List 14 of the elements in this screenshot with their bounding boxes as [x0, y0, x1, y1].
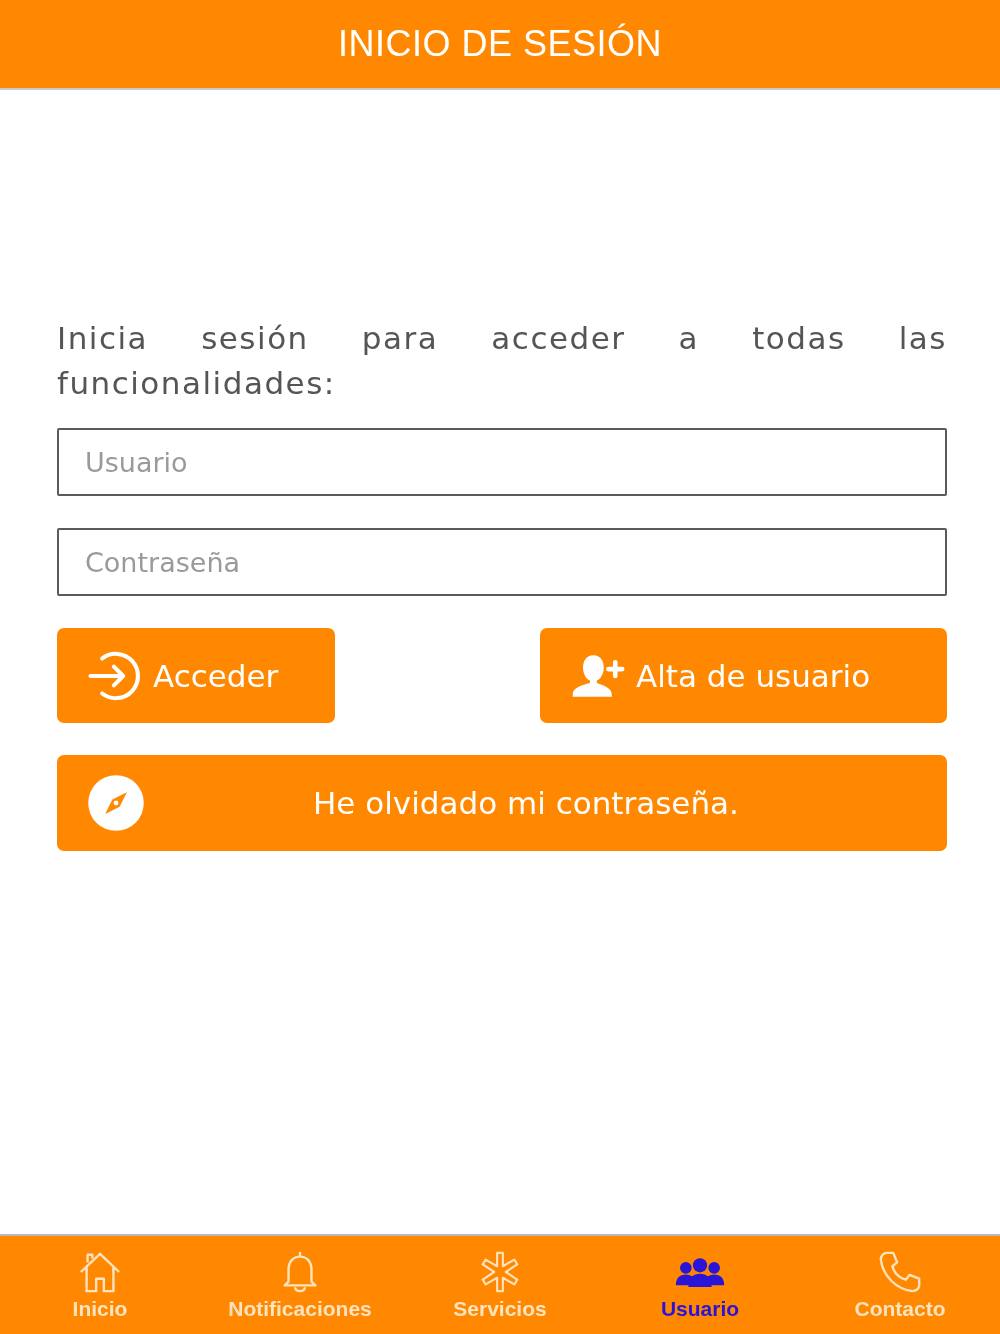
compass-icon: [87, 774, 145, 832]
nav-tab[interactable]: Notificaciones: [200, 1236, 400, 1334]
nav-tab[interactable]: Servicios: [400, 1236, 600, 1334]
intro-text: Inicia sesión para acceder a todas las funcionalidades:: [57, 319, 947, 403]
nav-tab[interactable]: Inicio: [0, 1236, 200, 1334]
forgot-password-button[interactable]: He olvidado mi contraseña.: [57, 755, 947, 851]
add-user-icon: [570, 652, 626, 699]
sign-up-button[interactable]: Alta de usuario: [540, 628, 947, 723]
page-title: INICIO DE SESIÓN: [337, 23, 663, 65]
nav-tab[interactable]: Contacto: [800, 1236, 1000, 1334]
login-button[interactable]: Acceder: [57, 628, 335, 723]
username-field[interactable]: Usuario: [57, 428, 947, 496]
nav-tab[interactable]: Usuario: [600, 1236, 800, 1334]
password-field[interactable]: Contraseña: [57, 528, 947, 596]
